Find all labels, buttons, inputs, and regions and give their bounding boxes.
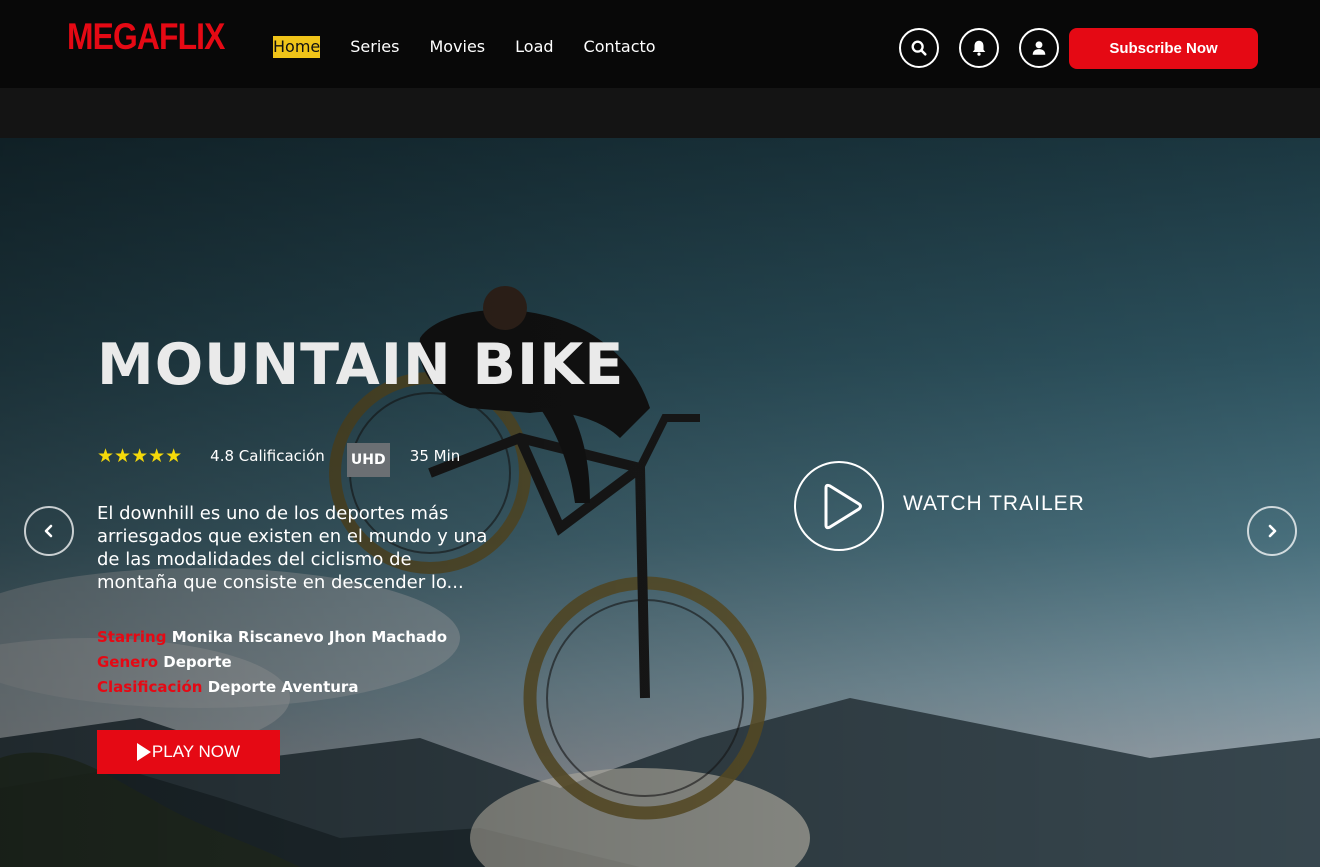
- top-header: MEGAFLIX Home Series Movies Load Contact…: [0, 0, 1320, 88]
- play-circle-icon: [824, 483, 862, 530]
- main-nav: Home Series Movies Load Contacto: [273, 36, 656, 58]
- detail-value: Monika Riscanevo Jhon Machado: [171, 628, 448, 646]
- nav-item-load[interactable]: Load: [515, 36, 553, 58]
- user-icon: [1032, 41, 1046, 55]
- hero-title: MOUNTAIN BIKE: [97, 332, 625, 398]
- nav-item-series[interactable]: Series: [350, 36, 399, 58]
- quality-badge: UHD: [346, 443, 390, 477]
- detail-value: Deporte: [163, 653, 232, 671]
- duration-label: 35 Min: [409, 447, 461, 465]
- header-subbar: [0, 88, 1320, 138]
- hero-meta: ★★★★★ 4.8 Calificación UHD 35 Min: [97, 438, 461, 477]
- search-icon: [911, 40, 927, 56]
- watch-trailer-button[interactable]: [794, 461, 884, 551]
- detail-genero: Genero Deporte: [97, 653, 232, 671]
- account-button[interactable]: [1019, 28, 1059, 68]
- detail-key: Clasificación: [97, 678, 203, 696]
- nav-item-movies[interactable]: Movies: [429, 36, 485, 58]
- play-now-button[interactable]: PLAY NOW: [97, 730, 280, 774]
- search-button[interactable]: [899, 28, 939, 68]
- detail-key: Starring: [97, 628, 167, 646]
- detail-value: Deporte Aventura: [207, 678, 359, 696]
- watch-trailer-label[interactable]: WATCH TRAILER: [903, 492, 1085, 516]
- brand-logo[interactable]: MEGAFLIX: [67, 15, 225, 59]
- prev-slide-button[interactable]: [24, 506, 74, 556]
- detail-clasificacion: Clasificación Deporte Aventura: [97, 678, 358, 696]
- chevron-right-icon: [1268, 524, 1277, 538]
- rating-label: 4.8 Calificación: [210, 447, 325, 465]
- bell-icon: [972, 40, 986, 56]
- nav-item-home[interactable]: Home: [273, 36, 321, 58]
- detail-key: Genero: [97, 653, 159, 671]
- next-slide-button[interactable]: [1247, 506, 1297, 556]
- hero-description: El downhill es uno de los deportes más a…: [97, 503, 488, 593]
- subscribe-button[interactable]: Subscribe Now: [1069, 28, 1258, 69]
- detail-starring: Starring Monika Riscanevo Jhon Machado: [97, 628, 447, 646]
- play-now-label: PLAY NOW: [151, 742, 241, 761]
- notifications-button[interactable]: [959, 28, 999, 68]
- hero-banner: MOUNTAIN BIKE ★★★★★ 4.8 Calificación UHD…: [0, 138, 1320, 867]
- nav-item-contacto[interactable]: Contacto: [584, 36, 656, 58]
- star-rating: ★★★★★: [97, 445, 183, 467]
- chevron-left-icon: [44, 524, 53, 538]
- play-icon: [136, 743, 151, 761]
